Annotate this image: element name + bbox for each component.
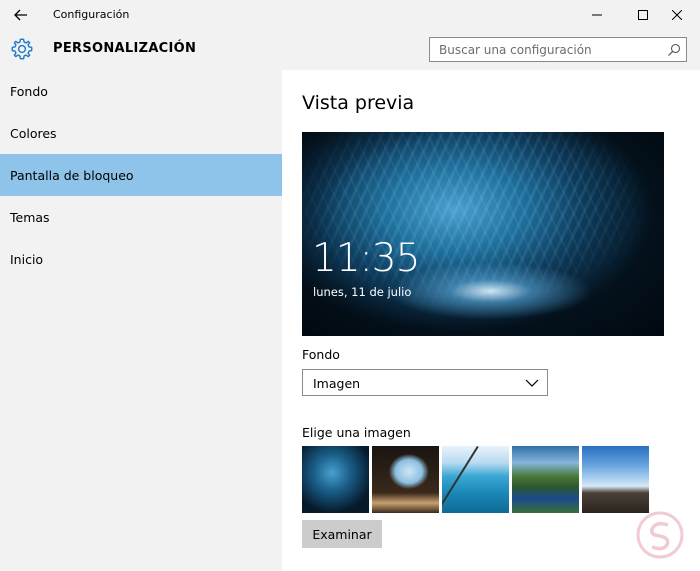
main-content: Vista previa 11:35 lunes, 11 de julio Fo… xyxy=(282,70,700,571)
background-dropdown-value: Imagen xyxy=(313,376,361,391)
minimize-icon xyxy=(592,14,602,16)
browse-button[interactable]: Examinar xyxy=(302,520,382,548)
sidebar-item-label: Temas xyxy=(10,209,50,225)
background-label: Fondo xyxy=(302,347,340,362)
sidebar-item-fondo[interactable]: Fondo xyxy=(0,70,282,112)
sidebar-item-pantalla-de-bloqueo[interactable]: Pantalla de bloqueo xyxy=(0,154,282,196)
sidebar: Fondo Colores Pantalla de bloqueo Temas … xyxy=(0,70,282,571)
settings-header: PERSONALIZACIÓN xyxy=(0,30,700,70)
search-input[interactable] xyxy=(430,38,650,61)
image-thumbnail-cave-beach[interactable] xyxy=(372,446,439,513)
minimize-button[interactable] xyxy=(574,0,620,30)
close-button[interactable] xyxy=(654,0,700,30)
sidebar-item-label: Colores xyxy=(10,125,57,141)
title-bar: Configuración xyxy=(0,0,700,30)
back-arrow-icon xyxy=(14,9,27,21)
sidebar-item-label: Fondo xyxy=(10,83,48,99)
sidebar-item-inicio[interactable]: Inicio xyxy=(0,238,282,280)
section-title: Vista previa xyxy=(302,92,415,114)
search-box[interactable] xyxy=(429,37,687,62)
thumbnail-mast-line xyxy=(442,446,479,513)
sidebar-item-label: Pantalla de bloqueo xyxy=(10,167,134,183)
sidebar-item-label: Inicio xyxy=(10,251,44,267)
window-title: Configuración xyxy=(53,8,130,21)
choose-image-label: Elige una imagen xyxy=(302,425,411,440)
gear-icon xyxy=(11,38,33,60)
watermark-logo xyxy=(636,511,684,559)
search-icon[interactable] xyxy=(667,43,681,57)
chevron-down-icon xyxy=(525,379,539,387)
sidebar-item-colores[interactable]: Colores xyxy=(0,112,282,154)
image-thumbnail-sea-sail[interactable] xyxy=(442,446,509,513)
image-thumbnail-ice-cave[interactable] xyxy=(302,446,369,513)
close-icon xyxy=(672,10,682,20)
page-title: PERSONALIZACIÓN xyxy=(53,41,197,56)
preview-time: 11:35 xyxy=(312,236,420,281)
sidebar-item-temas[interactable]: Temas xyxy=(0,196,282,238)
lock-screen-preview: 11:35 lunes, 11 de julio xyxy=(302,132,664,336)
background-dropdown[interactable]: Imagen xyxy=(302,369,548,396)
preview-date: lunes, 11 de julio xyxy=(313,285,412,299)
back-button[interactable] xyxy=(6,2,36,28)
maximize-icon xyxy=(638,10,648,20)
image-thumbnail-clouds-hiker[interactable] xyxy=(582,446,649,513)
image-thumbnail-mountain-lake[interactable] xyxy=(512,446,579,513)
preview-vignette xyxy=(302,132,664,336)
